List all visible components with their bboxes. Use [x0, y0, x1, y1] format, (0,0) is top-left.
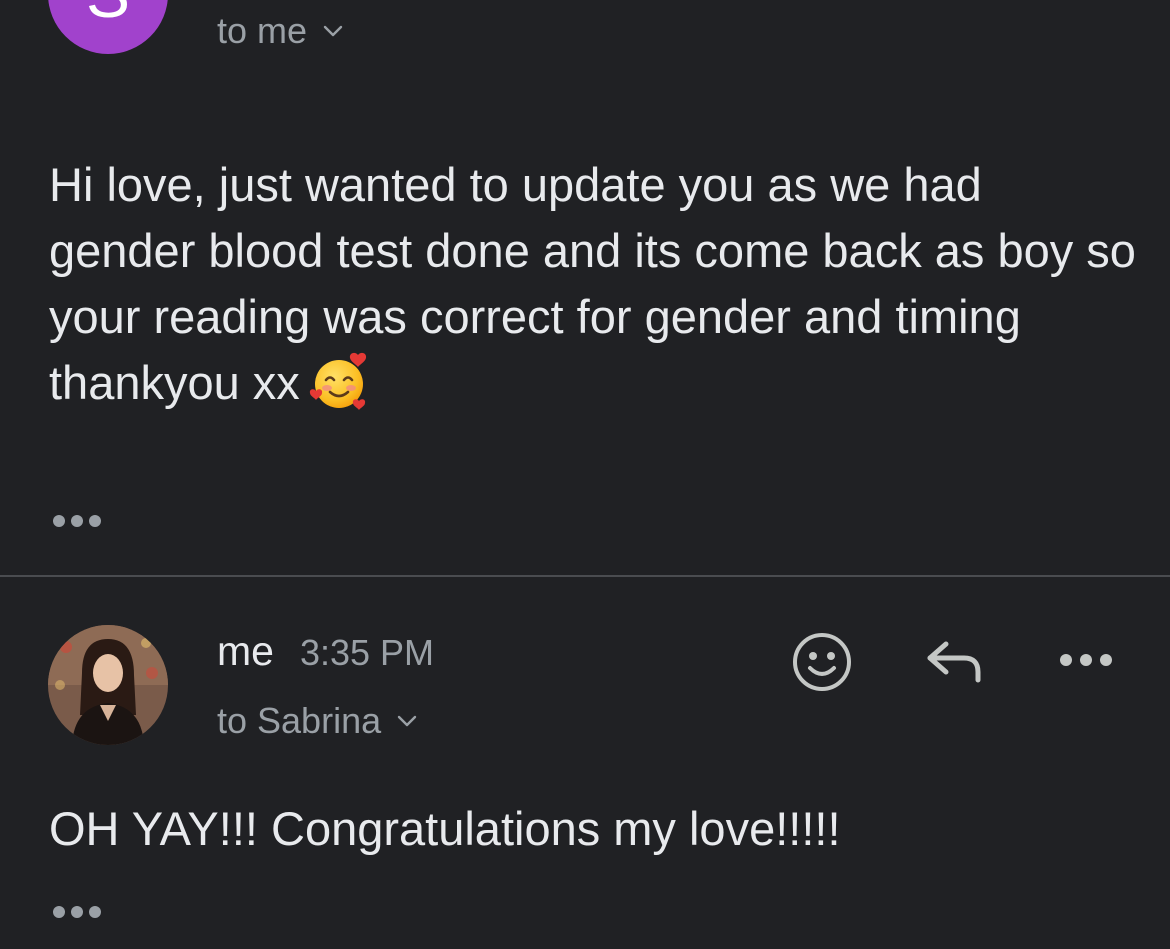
dot: [71, 515, 83, 527]
recipient-label: to Sabrina: [217, 700, 382, 741]
message-body-text: Hi love, just wanted to update you as we…: [49, 158, 1136, 409]
message-body: Hi love, just wanted to update you as we…: [49, 152, 1139, 416]
chevron-down-icon: [323, 24, 343, 38]
dot: [89, 515, 101, 527]
sender-row: me 3:35 PM: [217, 628, 434, 675]
dot: [53, 515, 65, 527]
add-reaction-icon[interactable]: [790, 630, 854, 699]
message-time: 3:35 PM: [299, 632, 435, 673]
smiling-face-with-hearts-emoji: [308, 351, 370, 413]
show-trimmed-content-button[interactable]: [53, 515, 101, 527]
email-thread: S to me Hi love, just wanted to update y…: [0, 0, 1170, 949]
sender-name: me: [217, 628, 274, 674]
recipient-details-toggle[interactable]: to me: [217, 10, 343, 52]
message-body: OH YAY!!! Congratulations my love!!!!!: [49, 802, 841, 855]
show-trimmed-content-button[interactable]: [53, 906, 101, 918]
message-divider: [0, 575, 1170, 577]
recipient-details-toggle[interactable]: to Sabrina: [217, 700, 417, 742]
dot: [89, 906, 101, 918]
more-options-icon[interactable]: [1058, 652, 1114, 673]
dot: [53, 906, 65, 918]
avatar-initial: S: [86, 0, 130, 32]
sender-avatar[interactable]: S: [48, 0, 168, 54]
dot: [71, 906, 83, 918]
chevron-down-icon: [397, 714, 417, 728]
sender-avatar-photo[interactable]: [48, 625, 168, 745]
recipient-label: to me: [217, 10, 308, 51]
reply-icon[interactable]: [924, 636, 988, 693]
